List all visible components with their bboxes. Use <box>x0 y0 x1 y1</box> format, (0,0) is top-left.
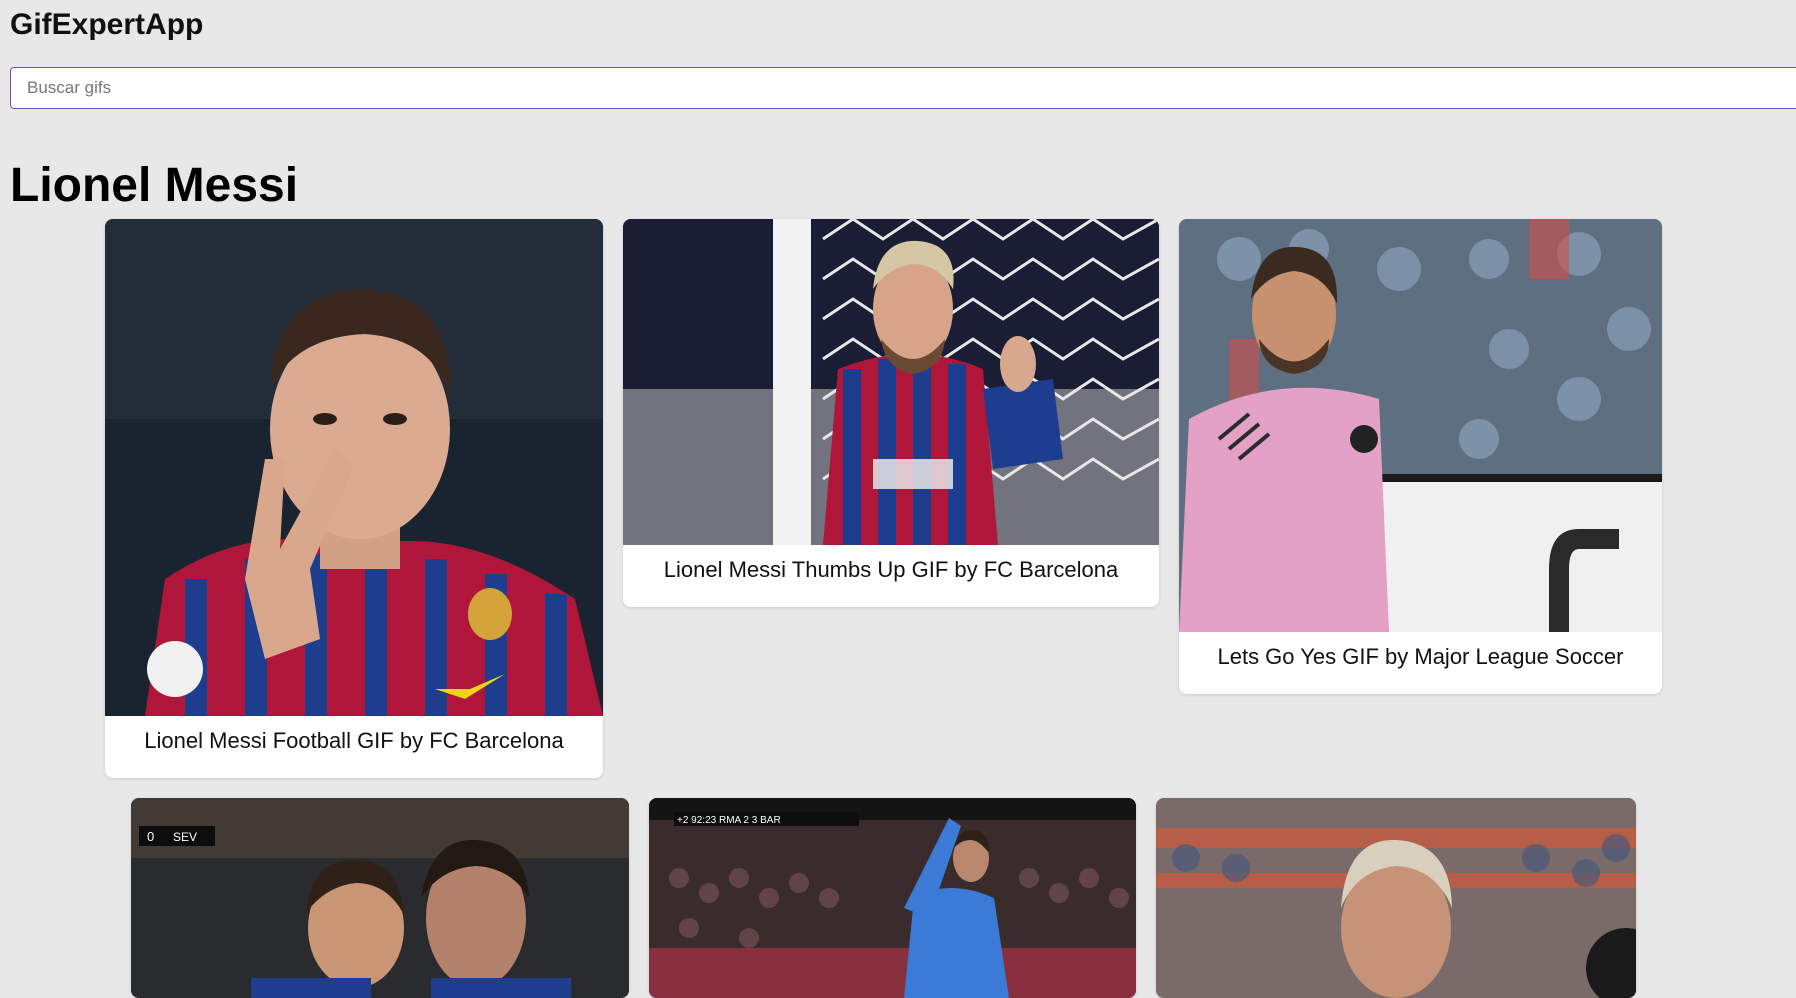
gif-card[interactable]: Lionel Messi Thumbs Up GIF by FC Barcelo… <box>623 219 1159 607</box>
scorebar-text: +2 92:23 RMA 2 3 BAR <box>677 815 781 826</box>
search-input[interactable] <box>10 67 1796 109</box>
gif-card[interactable]: Lets Go Yes GIF by Major League Soccer <box>1179 219 1662 694</box>
gif-image <box>1179 219 1662 632</box>
gif-image: 0 SEV <box>131 798 629 998</box>
gif-image <box>1156 798 1636 998</box>
gif-image: +2 92:23 RMA 2 3 BAR <box>649 798 1136 998</box>
gif-title: Lets Go Yes GIF by Major League Soccer <box>1217 644 1624 669</box>
score-number: 0 <box>147 829 154 844</box>
gif-title: Lionel Messi Thumbs Up GIF by FC Barcelo… <box>663 557 1119 582</box>
gif-card[interactable] <box>1156 798 1636 998</box>
gif-card[interactable]: 0 SEV <box>131 798 629 998</box>
gif-image <box>623 219 1159 545</box>
app-title: GifExpertApp <box>10 8 204 41</box>
gif-card[interactable]: +2 92:23 RMA 2 3 BAR <box>649 798 1136 998</box>
gif-card[interactable]: Lionel Messi Football GIF by FC Barcelon… <box>105 219 603 778</box>
gif-title: Lionel Messi Football GIF by FC Barcelon… <box>144 728 564 753</box>
category-title: Lionel Messi <box>10 159 299 212</box>
gif-image <box>105 219 603 716</box>
score-team: SEV <box>173 830 197 844</box>
